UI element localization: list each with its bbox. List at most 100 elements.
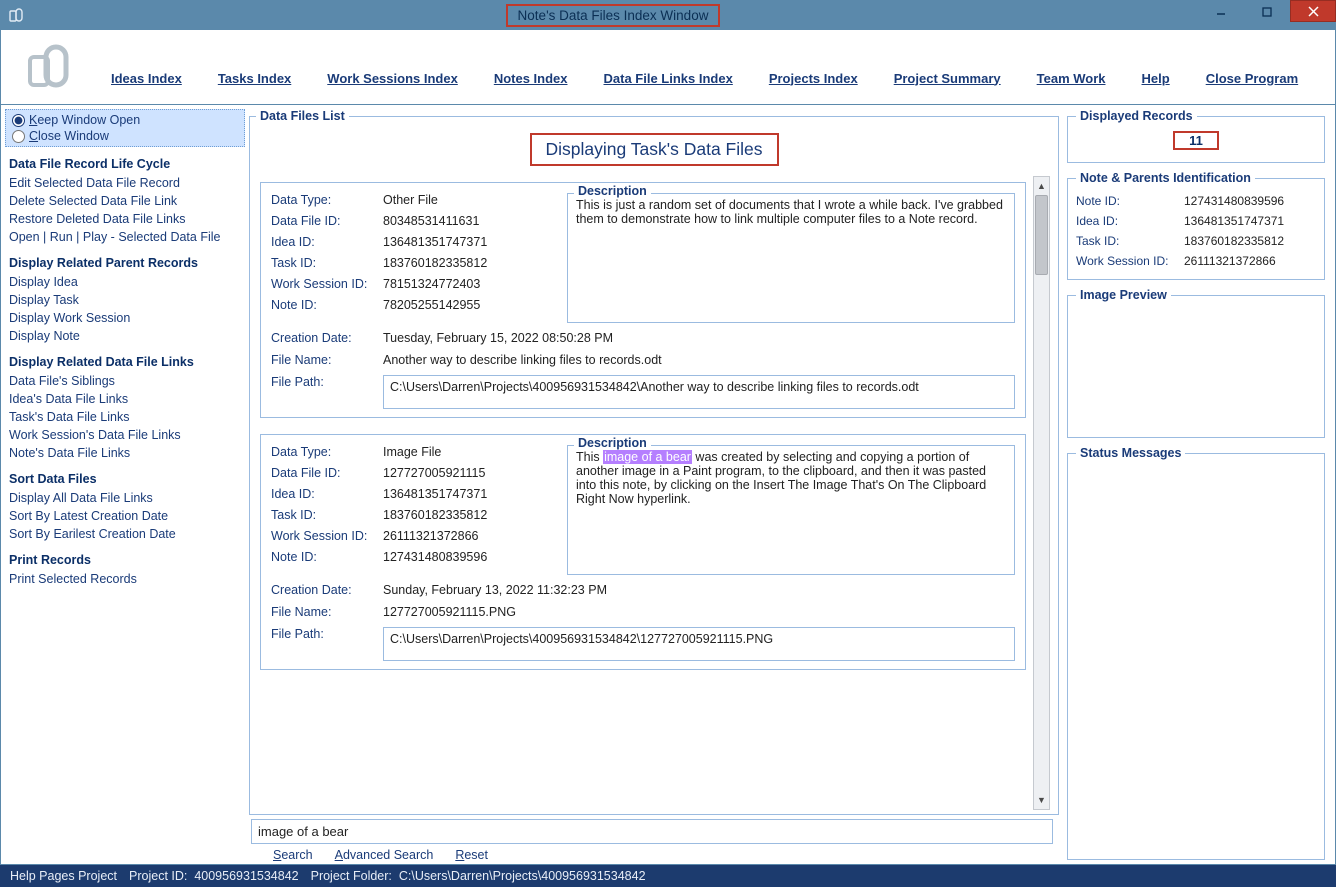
field-label: Data Type: (271, 193, 383, 207)
description-label: Description (574, 436, 651, 450)
sidebar-item[interactable]: Idea's Data File Links (5, 390, 245, 408)
field-value: 26111321372866 (383, 529, 478, 543)
displayed-records-value: 11 (1173, 131, 1219, 150)
field-label: File Path: (271, 627, 383, 661)
sidebar-item[interactable]: Sort By Earilest Creation Date (5, 525, 245, 543)
close-window-button[interactable] (1290, 0, 1336, 22)
scroll-thumb[interactable] (1035, 195, 1048, 275)
menu-projects-index[interactable]: Projects Index (769, 71, 858, 86)
field-value: 127727005921115 (383, 466, 485, 480)
sidebar-item[interactable]: Print Selected Records (5, 570, 245, 588)
field-label: Creation Date: (271, 331, 383, 345)
status-project-id-label: Project ID: (129, 869, 187, 883)
sidebar-item[interactable]: Display Idea (5, 273, 245, 291)
scroll-down-icon[interactable]: ▼ (1034, 791, 1049, 809)
field-label: Work Session ID: (271, 529, 383, 543)
menu-help[interactable]: Help (1142, 71, 1170, 86)
minimize-button[interactable] (1198, 0, 1244, 24)
status-help-pages[interactable]: Help Pages Project (10, 869, 117, 883)
sidebar-item[interactable]: Sort By Latest Creation Date (5, 507, 245, 525)
field-value: 78151324772403 (383, 277, 480, 291)
radio-keep-window-open[interactable]: Keep Window Open (12, 112, 238, 128)
advanced-search-link[interactable]: Advanced Search (335, 848, 434, 862)
field-label: File Path: (271, 375, 383, 409)
field-label: File Name: (271, 353, 383, 367)
field-value: Sunday, February 13, 2022 11:32:23 PM (383, 583, 1015, 597)
field-value: 136481351747371 (383, 487, 487, 501)
menu-ideas-index[interactable]: Ideas Index (111, 71, 182, 86)
sidebar-group-header: Sort Data Files (5, 462, 245, 489)
sidebar-group-header: Data File Record Life Cycle (5, 147, 245, 174)
radio-close-window[interactable]: Close Window (12, 128, 238, 144)
task-id-label: Task ID: (1076, 234, 1184, 248)
field-value: Another way to describe linking files to… (383, 353, 1015, 367)
field-label: Data File ID: (271, 466, 383, 480)
field-label: Work Session ID: (271, 277, 383, 291)
sidebar-item[interactable]: Display Note (5, 327, 245, 345)
sidebar-group-header: Display Related Parent Records (5, 246, 245, 273)
image-preview-legend: Image Preview (1076, 288, 1171, 302)
scrollbar[interactable]: ▲ ▼ (1033, 176, 1050, 810)
menu-project-summary[interactable]: Project Summary (894, 71, 1001, 86)
status-project-folder: C:\Users\Darren\Projects\400956931534842 (399, 869, 646, 883)
menu-team-work[interactable]: Team Work (1037, 71, 1106, 86)
field-value: C:\Users\Darren\Projects\400956931534842… (383, 627, 1015, 661)
sidebar-item[interactable]: Data File's Siblings (5, 372, 245, 390)
search-highlight: image of a bear (603, 450, 692, 464)
description-box: DescriptionThis is just a random set of … (567, 193, 1015, 323)
search-input[interactable] (251, 819, 1053, 844)
menu-work-sessions-index[interactable]: Work Sessions Index (327, 71, 458, 86)
status-messages-legend: Status Messages (1076, 446, 1185, 460)
field-value: 80348531411631 (383, 214, 479, 228)
field-value: Image File (383, 445, 441, 459)
menu-data-file-links-index[interactable]: Data File Links Index (604, 71, 733, 86)
status-project-folder-label: Project Folder: (311, 869, 392, 883)
search-link[interactable]: Search (273, 848, 313, 862)
maximize-button[interactable] (1244, 0, 1290, 24)
displayed-records-legend: Displayed Records (1076, 109, 1197, 123)
sidebar: Keep Window Open Close Window Data File … (5, 105, 245, 864)
sidebar-item[interactable]: Open | Run | Play - Selected Data File (5, 228, 245, 246)
sidebar-item[interactable]: Display All Data File Links (5, 489, 245, 507)
menu-tasks-index[interactable]: Tasks Index (218, 71, 291, 86)
field-label: Note ID: (271, 550, 383, 564)
field-value: 127431480839596 (383, 550, 487, 564)
field-label: Idea ID: (271, 487, 383, 501)
field-value: 183760182335812 (383, 256, 487, 270)
sidebar-item[interactable]: Task's Data File Links (5, 408, 245, 426)
data-file-record[interactable]: Data Type:Other FileData File ID:8034853… (260, 182, 1026, 418)
note-id-value: 127431480839596 (1184, 194, 1284, 208)
sidebar-item[interactable]: Display Task (5, 291, 245, 309)
field-label: Creation Date: (271, 583, 383, 597)
field-value: C:\Users\Darren\Projects\400956931534842… (383, 375, 1015, 409)
identification-legend: Note & Parents Identification (1076, 171, 1255, 185)
list-heading: Displaying Task's Data Files (530, 133, 779, 166)
sidebar-item[interactable]: Display Work Session (5, 309, 245, 327)
data-file-record[interactable]: Data Type:Image FileData File ID:1277270… (260, 434, 1026, 670)
field-value: Other File (383, 193, 438, 207)
field-value: 136481351747371 (383, 235, 487, 249)
sidebar-item[interactable]: Work Session's Data File Links (5, 426, 245, 444)
app-icon (6, 4, 28, 26)
sidebar-group-header: Display Related Data File Links (5, 345, 245, 372)
menu-notes-index[interactable]: Notes Index (494, 71, 568, 86)
reset-link[interactable]: Reset (455, 848, 488, 862)
sidebar-item[interactable]: Restore Deleted Data File Links (5, 210, 245, 228)
scroll-up-icon[interactable]: ▲ (1034, 177, 1049, 195)
status-project-id: 400956931534842 (194, 869, 298, 883)
data-files-list-legend: Data Files List (256, 109, 349, 123)
field-value: 127727005921115.PNG (383, 605, 1015, 619)
idea-id-label: Idea ID: (1076, 214, 1184, 228)
sidebar-group-header: Print Records (5, 543, 245, 570)
titlebar: Note's Data Files Index Window (0, 0, 1336, 30)
menu-close-program[interactable]: Close Program (1206, 71, 1298, 86)
ws-id-label: Work Session ID: (1076, 254, 1184, 268)
sidebar-item[interactable]: Edit Selected Data File Record (5, 174, 245, 192)
window-buttons (1198, 0, 1336, 30)
ws-id-value: 26111321372866 (1184, 254, 1276, 268)
sidebar-item[interactable]: Delete Selected Data File Link (5, 192, 245, 210)
description-label: Description (574, 184, 651, 198)
task-id-value: 183760182335812 (1184, 234, 1284, 248)
sidebar-item[interactable]: Note's Data File Links (5, 444, 245, 462)
field-label: Note ID: (271, 298, 383, 312)
